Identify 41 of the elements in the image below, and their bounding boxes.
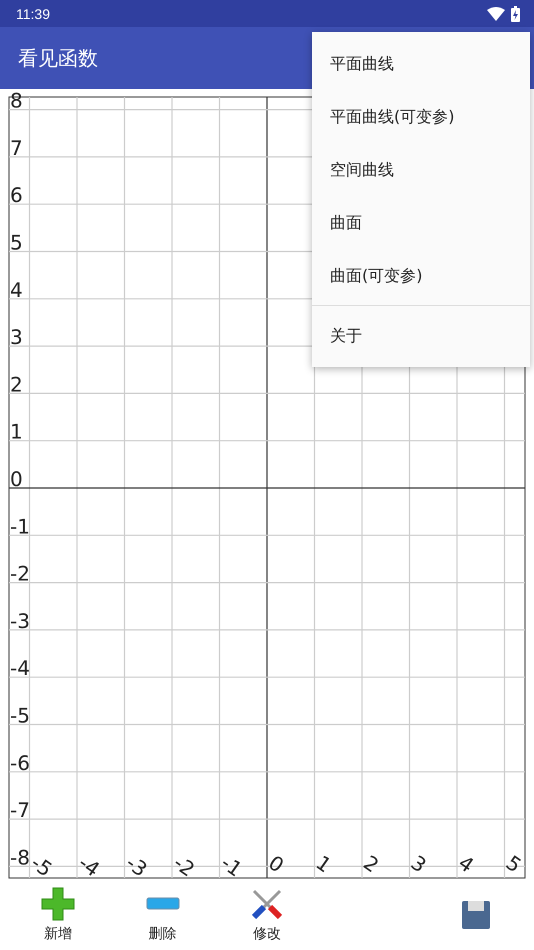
x-axis-label: 0 [264,850,288,878]
y-axis-label: -3 [10,608,30,633]
menu-item[interactable]: 曲面(可变参) [312,250,530,303]
y-axis-label: 3 [10,325,23,350]
y-axis-label: 2 [10,372,23,396]
toolbar-button[interactable]: 新增 [18,887,98,943]
menu-item[interactable]: 平面曲线(可变参) [312,91,530,144]
y-axis-label: -8 [10,845,30,870]
tools-icon [250,887,284,921]
menu-item[interactable]: 曲面 [312,197,530,250]
toolbar-button[interactable]: 删除 [122,887,203,943]
menu-item[interactable]: 平面曲线 [312,38,530,91]
app-title: 看见函数 [18,44,98,72]
x-axis-label: -2 [169,850,200,880]
y-axis-label: -6 [10,750,30,775]
y-axis-label: 1 [10,420,23,444]
y-axis-label: 5 [10,230,23,254]
x-axis-label: 5 [502,850,526,878]
y-axis-label: -7 [10,798,30,822]
y-axis-label: -5 [10,704,30,728]
y-axis-label: 6 [10,183,23,208]
y-axis-label: -4 [10,656,30,680]
y-axis-label: 4 [10,278,23,302]
x-axis-label: 3 [406,850,431,878]
battery-charging-icon [511,6,520,22]
y-axis-label: -1 [10,514,30,538]
x-axis-label: -3 [122,850,152,880]
menu-item[interactable]: 空间曲线 [312,144,530,197]
toolbar-button[interactable]: 修改 [226,887,307,943]
x-axis-label: 4 [454,850,478,878]
clock-time: 11:39 [16,6,50,22]
x-axis-label: -4 [74,850,104,880]
x-axis-label: 1 [312,850,336,878]
x-axis-label: 2 [359,850,384,878]
wifi-icon [487,6,505,20]
y-axis-label: 0 [10,467,23,491]
x-axis-label: -1 [216,850,247,880]
y-axis-label: 7 [10,136,23,160]
menu-item[interactable]: 关于 [312,310,530,363]
y-axis-label: -2 [10,562,30,586]
plus-icon [41,887,76,921]
